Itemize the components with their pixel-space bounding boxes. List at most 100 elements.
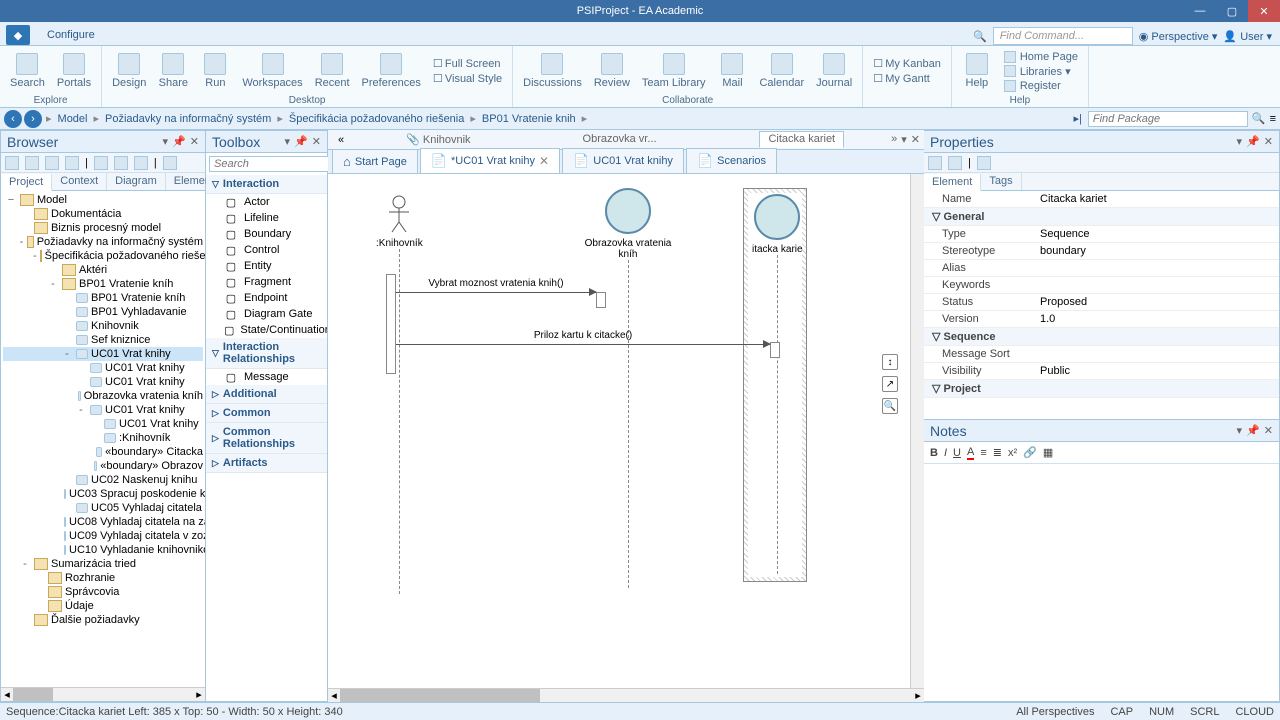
tree-node[interactable]: -UC01 Vrat knihy: [3, 403, 203, 417]
tree-node[interactable]: Obrazovka vratenia kníh: [3, 389, 203, 403]
browser-tab-diagram[interactable]: Diagram: [107, 173, 166, 190]
property-value[interactable]: Sequence: [1034, 226, 1279, 242]
app-menu-button[interactable]: ◆: [6, 25, 30, 45]
insert-button[interactable]: ▦: [1043, 446, 1053, 459]
browser-tb-btn[interactable]: [5, 156, 19, 170]
notes-pin-icon[interactable]: 📌: [1246, 424, 1260, 437]
ribbon-item-my-gantt[interactable]: ☐My Gantt: [871, 71, 943, 86]
toolbox-item-entity[interactable]: ▢Entity: [206, 258, 327, 274]
browser-tb-btn[interactable]: [134, 156, 148, 170]
tree-node[interactable]: UC05 Vyhladaj citatela: [3, 501, 203, 515]
find-package-input[interactable]: [1088, 111, 1248, 127]
tree-node[interactable]: -Sumarizácia tried: [3, 557, 203, 571]
tree-node[interactable]: UC08 Vyhladaj citatela na zakl: [3, 515, 203, 529]
tree-node[interactable]: Knihovnik: [3, 319, 203, 333]
props-tb-btn[interactable]: [948, 156, 962, 170]
tree-node[interactable]: -BP01 Vratenie kníh: [3, 277, 203, 291]
move-tool-icon[interactable]: ↕: [882, 354, 898, 370]
italic-button[interactable]: I: [944, 447, 947, 459]
user-label[interactable]: User: [1240, 31, 1263, 43]
close-button[interactable]: ✕: [1248, 0, 1280, 22]
property-row[interactable]: ▽ General: [924, 208, 1279, 226]
tree-node[interactable]: UC01 Vrat knihy: [3, 375, 203, 389]
canvas-vscroll[interactable]: [910, 174, 924, 688]
toolbox-pin-icon[interactable]: 📌: [294, 135, 308, 148]
nav-fwd-button[interactable]: ›: [24, 110, 42, 128]
ribbon-item-register[interactable]: Register: [1002, 79, 1080, 93]
props-pin-icon[interactable]: 📌: [1246, 135, 1260, 148]
tree-node[interactable]: −Model: [3, 193, 203, 207]
mini-tab[interactable]: Obrazovka vr...: [574, 131, 666, 148]
props-tb-btn[interactable]: [928, 156, 942, 170]
toolbox-item-lifeline[interactable]: ▢Lifeline: [206, 210, 327, 226]
ribbon-item-my-kanban[interactable]: ☐My Kanban: [871, 56, 943, 71]
ribbon-btn-review[interactable]: Review: [588, 48, 636, 94]
tree-node[interactable]: «boundary» Citacka: [3, 445, 203, 459]
browser-tab-context[interactable]: Context: [52, 173, 107, 190]
ribbon-btn-journal[interactable]: Journal: [810, 48, 858, 94]
find-package-search-icon[interactable]: 🔍: [1252, 112, 1266, 125]
tree-node[interactable]: Rozhranie: [3, 571, 203, 585]
tree-node[interactable]: UC01 Vrat knihy: [3, 361, 203, 375]
notes-dropdown-icon[interactable]: ▾: [1237, 424, 1243, 437]
tree-node[interactable]: Dokumentácia: [3, 207, 203, 221]
toolbox-item-control[interactable]: ▢Control: [206, 242, 327, 258]
ribbon-item-libraries-[interactable]: Libraries ▾: [1002, 64, 1080, 79]
editor-tab[interactable]: 📄 Scenarios: [686, 148, 777, 173]
props-close-icon[interactable]: ✕: [1264, 135, 1273, 148]
nav-end-icon[interactable]: ▸|: [1073, 112, 1081, 125]
ribbon-btn-design[interactable]: Design: [106, 48, 152, 94]
breadcrumb-item[interactable]: Požiadavky na informačný systém: [101, 113, 275, 125]
notes-close-icon[interactable]: ✕: [1264, 424, 1273, 437]
toolbox-item-actor[interactable]: ▢Actor: [206, 194, 327, 210]
props-tab-tags[interactable]: Tags: [981, 173, 1021, 190]
tree-node[interactable]: UC02 Naskenuj knihu: [3, 473, 203, 487]
ribbon-btn-preferences[interactable]: Preferences: [356, 48, 427, 94]
property-value[interactable]: 1.0: [1034, 311, 1279, 327]
find-package-menu-icon[interactable]: ≡: [1270, 113, 1276, 125]
toolbox-category[interactable]: ▽Interaction: [206, 175, 327, 194]
tree-node[interactable]: Údaje: [3, 599, 203, 613]
tree-node[interactable]: UC03 Spracuj poskodenie kníh: [3, 487, 203, 501]
browser-tb-btn[interactable]: [65, 156, 79, 170]
activation-bar[interactable]: [770, 342, 780, 358]
bullet-list-button[interactable]: ≡: [980, 447, 986, 459]
property-row[interactable]: ▽ Sequence: [924, 328, 1279, 346]
toolbox-item-fragment[interactable]: ▢Fragment: [206, 274, 327, 290]
toolbox-category[interactable]: ▷Common: [206, 404, 327, 423]
editor-tab[interactable]: ⌂ Start Page: [332, 149, 418, 173]
ribbon-btn-portals[interactable]: Portals: [51, 48, 97, 94]
link-button[interactable]: 🔗: [1023, 446, 1037, 459]
editor-tab[interactable]: 📄 UC01 Vrat knihy: [562, 148, 684, 173]
tree-node[interactable]: UC09 Vyhladaj citatela v zozn: [3, 529, 203, 543]
browser-tab-project[interactable]: Project: [1, 174, 52, 191]
tree-node[interactable]: Ďalšie požiadavky: [3, 613, 203, 627]
tree-node[interactable]: UC10 Vyhladanie knihovnikov: [3, 543, 203, 557]
notes-editor[interactable]: [924, 464, 1279, 701]
mini-tab[interactable]: 📎 Knihovnik: [397, 131, 479, 148]
ribbon-btn-discussions[interactable]: Discussions: [517, 48, 588, 94]
ribbon-btn-recent[interactable]: Recent: [309, 48, 356, 94]
props-dropdown-icon[interactable]: ▾: [1237, 135, 1243, 148]
bold-button[interactable]: B: [930, 447, 938, 459]
browser-close-icon[interactable]: ✕: [190, 135, 199, 148]
ribbon-tab-configure[interactable]: Configure: [36, 24, 108, 45]
browser-tb-btn[interactable]: [94, 156, 108, 170]
breadcrumb-item[interactable]: BP01 Vratenie knih: [478, 113, 580, 125]
ribbon-btn-team-library[interactable]: Team Library: [636, 48, 712, 94]
property-value[interactable]: [1034, 346, 1279, 362]
toolbox-dropdown-icon[interactable]: ▾: [285, 135, 291, 148]
breadcrumb-item[interactable]: Model: [54, 113, 92, 125]
browser-tb-btn[interactable]: [25, 156, 39, 170]
canvas-hscroll[interactable]: ◂▸: [328, 688, 924, 702]
tree-node[interactable]: :Knihovník: [3, 431, 203, 445]
mini-nav-dropdown-icon[interactable]: ▾: [901, 133, 907, 146]
tree-node[interactable]: Biznis procesný model: [3, 221, 203, 235]
zoom-tool-icon[interactable]: 🔍: [882, 398, 898, 414]
message-arrow[interactable]: Priloz kartu k citacke(): [396, 344, 770, 345]
close-tab-icon[interactable]: ✕: [539, 154, 549, 168]
tree-node[interactable]: «boundary» Obrazov: [3, 459, 203, 473]
browser-dropdown-icon[interactable]: ▾: [163, 135, 169, 148]
browser-pin-icon[interactable]: 📌: [172, 135, 186, 148]
tree-node[interactable]: UC01 Vrat knihy: [3, 417, 203, 431]
